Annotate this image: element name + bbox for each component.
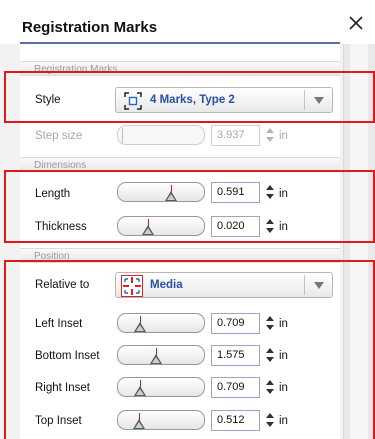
step-size-field: 3.937 <box>211 125 260 146</box>
highlight-box-position <box>4 260 375 439</box>
step-size-unit: in <box>279 130 288 142</box>
close-icon[interactable] <box>347 14 365 32</box>
step-size-spinner-icon <box>266 128 274 142</box>
slider-marker <box>122 128 123 143</box>
step-size-slider <box>117 125 205 145</box>
highlight-box-dimensions <box>4 170 375 243</box>
highlight-box-style <box>4 71 375 123</box>
dialog-titlebar: Registration Marks <box>0 0 375 44</box>
step-size-label: Step size <box>35 130 83 142</box>
dialog-title: Registration Marks <box>22 19 158 36</box>
